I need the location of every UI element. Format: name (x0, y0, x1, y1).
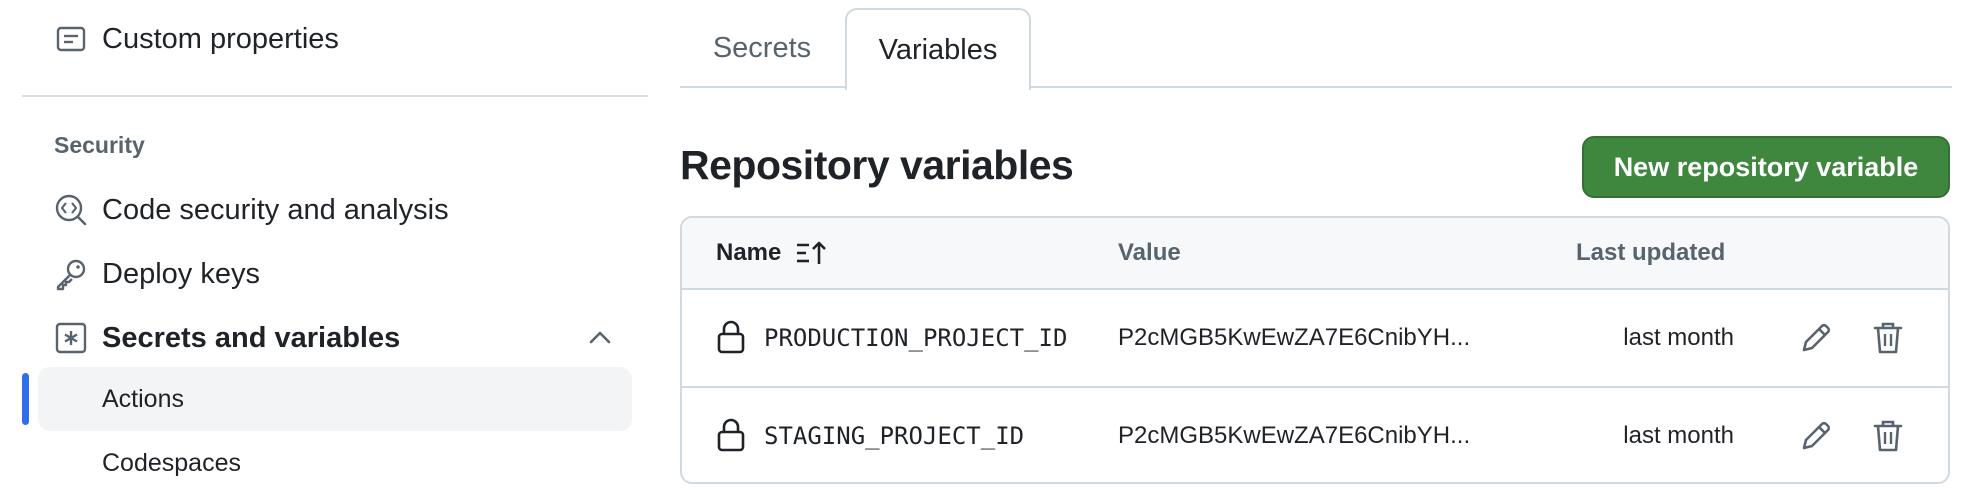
variable-value: P2cMGB5KwEwZA7E6CnibYH... (1118, 324, 1471, 351)
sidebar-item-label: Secrets and variables (102, 321, 401, 354)
sidebar-section-heading: Security (54, 132, 145, 158)
sidebar-item-deploy-keys[interactable]: Deploy keys (0, 245, 640, 303)
chevron-up-icon[interactable] (585, 322, 615, 352)
variable-last-updated: last month (1623, 422, 1734, 449)
column-header-last-updated: Last updated (1576, 239, 1726, 266)
column-header-name[interactable]: Name (716, 218, 829, 288)
sidebar-item-label: Deploy keys (102, 257, 260, 290)
tab-secrets[interactable]: Secrets (680, 8, 844, 88)
note-icon (54, 22, 88, 56)
sidebar-item-code-security[interactable]: Code security and analysis (0, 181, 640, 239)
trash-icon[interactable] (1868, 416, 1908, 456)
trash-icon[interactable] (1868, 318, 1908, 358)
asterisk-icon (54, 321, 88, 355)
column-header-label: Name (716, 239, 782, 266)
lock-icon (717, 320, 745, 354)
main-content: Secrets Variables Repository variables N… (680, 0, 1952, 502)
sidebar-item-label: Custom properties (102, 22, 339, 55)
sort-icon[interactable] (795, 239, 829, 267)
variables-table: Name Value Last updated PRODUCTION_PROJE… (680, 216, 1950, 484)
pencil-icon[interactable] (1796, 416, 1836, 456)
table-row: STAGING_PROJECT_ID P2cMGB5KwEwZA7E6CnibY… (682, 388, 1948, 482)
lock-icon (717, 418, 745, 452)
table-header: Name Value Last updated (682, 218, 1948, 290)
page-title: Repository variables (680, 142, 1074, 188)
sidebar-subitem-codespaces[interactable]: Codespaces (38, 431, 632, 495)
settings-sidebar: Custom properties Security Code security… (0, 0, 650, 502)
column-header-value: Value (1118, 239, 1181, 266)
tab-variables[interactable]: Variables (845, 8, 1031, 90)
variable-name: STAGING_PROJECT_ID (764, 422, 1025, 450)
sidebar-item-custom-properties[interactable]: Custom properties (0, 10, 640, 68)
sidebar-subitem-actions[interactable]: Actions (38, 367, 632, 431)
key-icon (54, 257, 88, 291)
sidebar-subitem-label: Codespaces (102, 448, 241, 477)
codescan-icon (54, 193, 88, 227)
variable-name: PRODUCTION_PROJECT_ID (764, 324, 1068, 352)
new-repository-variable-button[interactable]: New repository variable (1582, 136, 1950, 198)
sidebar-subitem-label: Actions (102, 384, 184, 413)
sidebar-divider (22, 95, 648, 97)
sidebar-item-label: Code security and analysis (102, 193, 449, 226)
variable-last-updated: last month (1623, 324, 1734, 351)
table-row: PRODUCTION_PROJECT_ID P2cMGB5KwEwZA7E6Cn… (682, 290, 1948, 388)
pencil-icon[interactable] (1796, 318, 1836, 358)
variable-value: P2cMGB5KwEwZA7E6CnibYH... (1118, 422, 1471, 449)
active-indicator (22, 373, 29, 425)
sidebar-item-secrets-and-variables[interactable]: Secrets and variables (0, 309, 640, 367)
